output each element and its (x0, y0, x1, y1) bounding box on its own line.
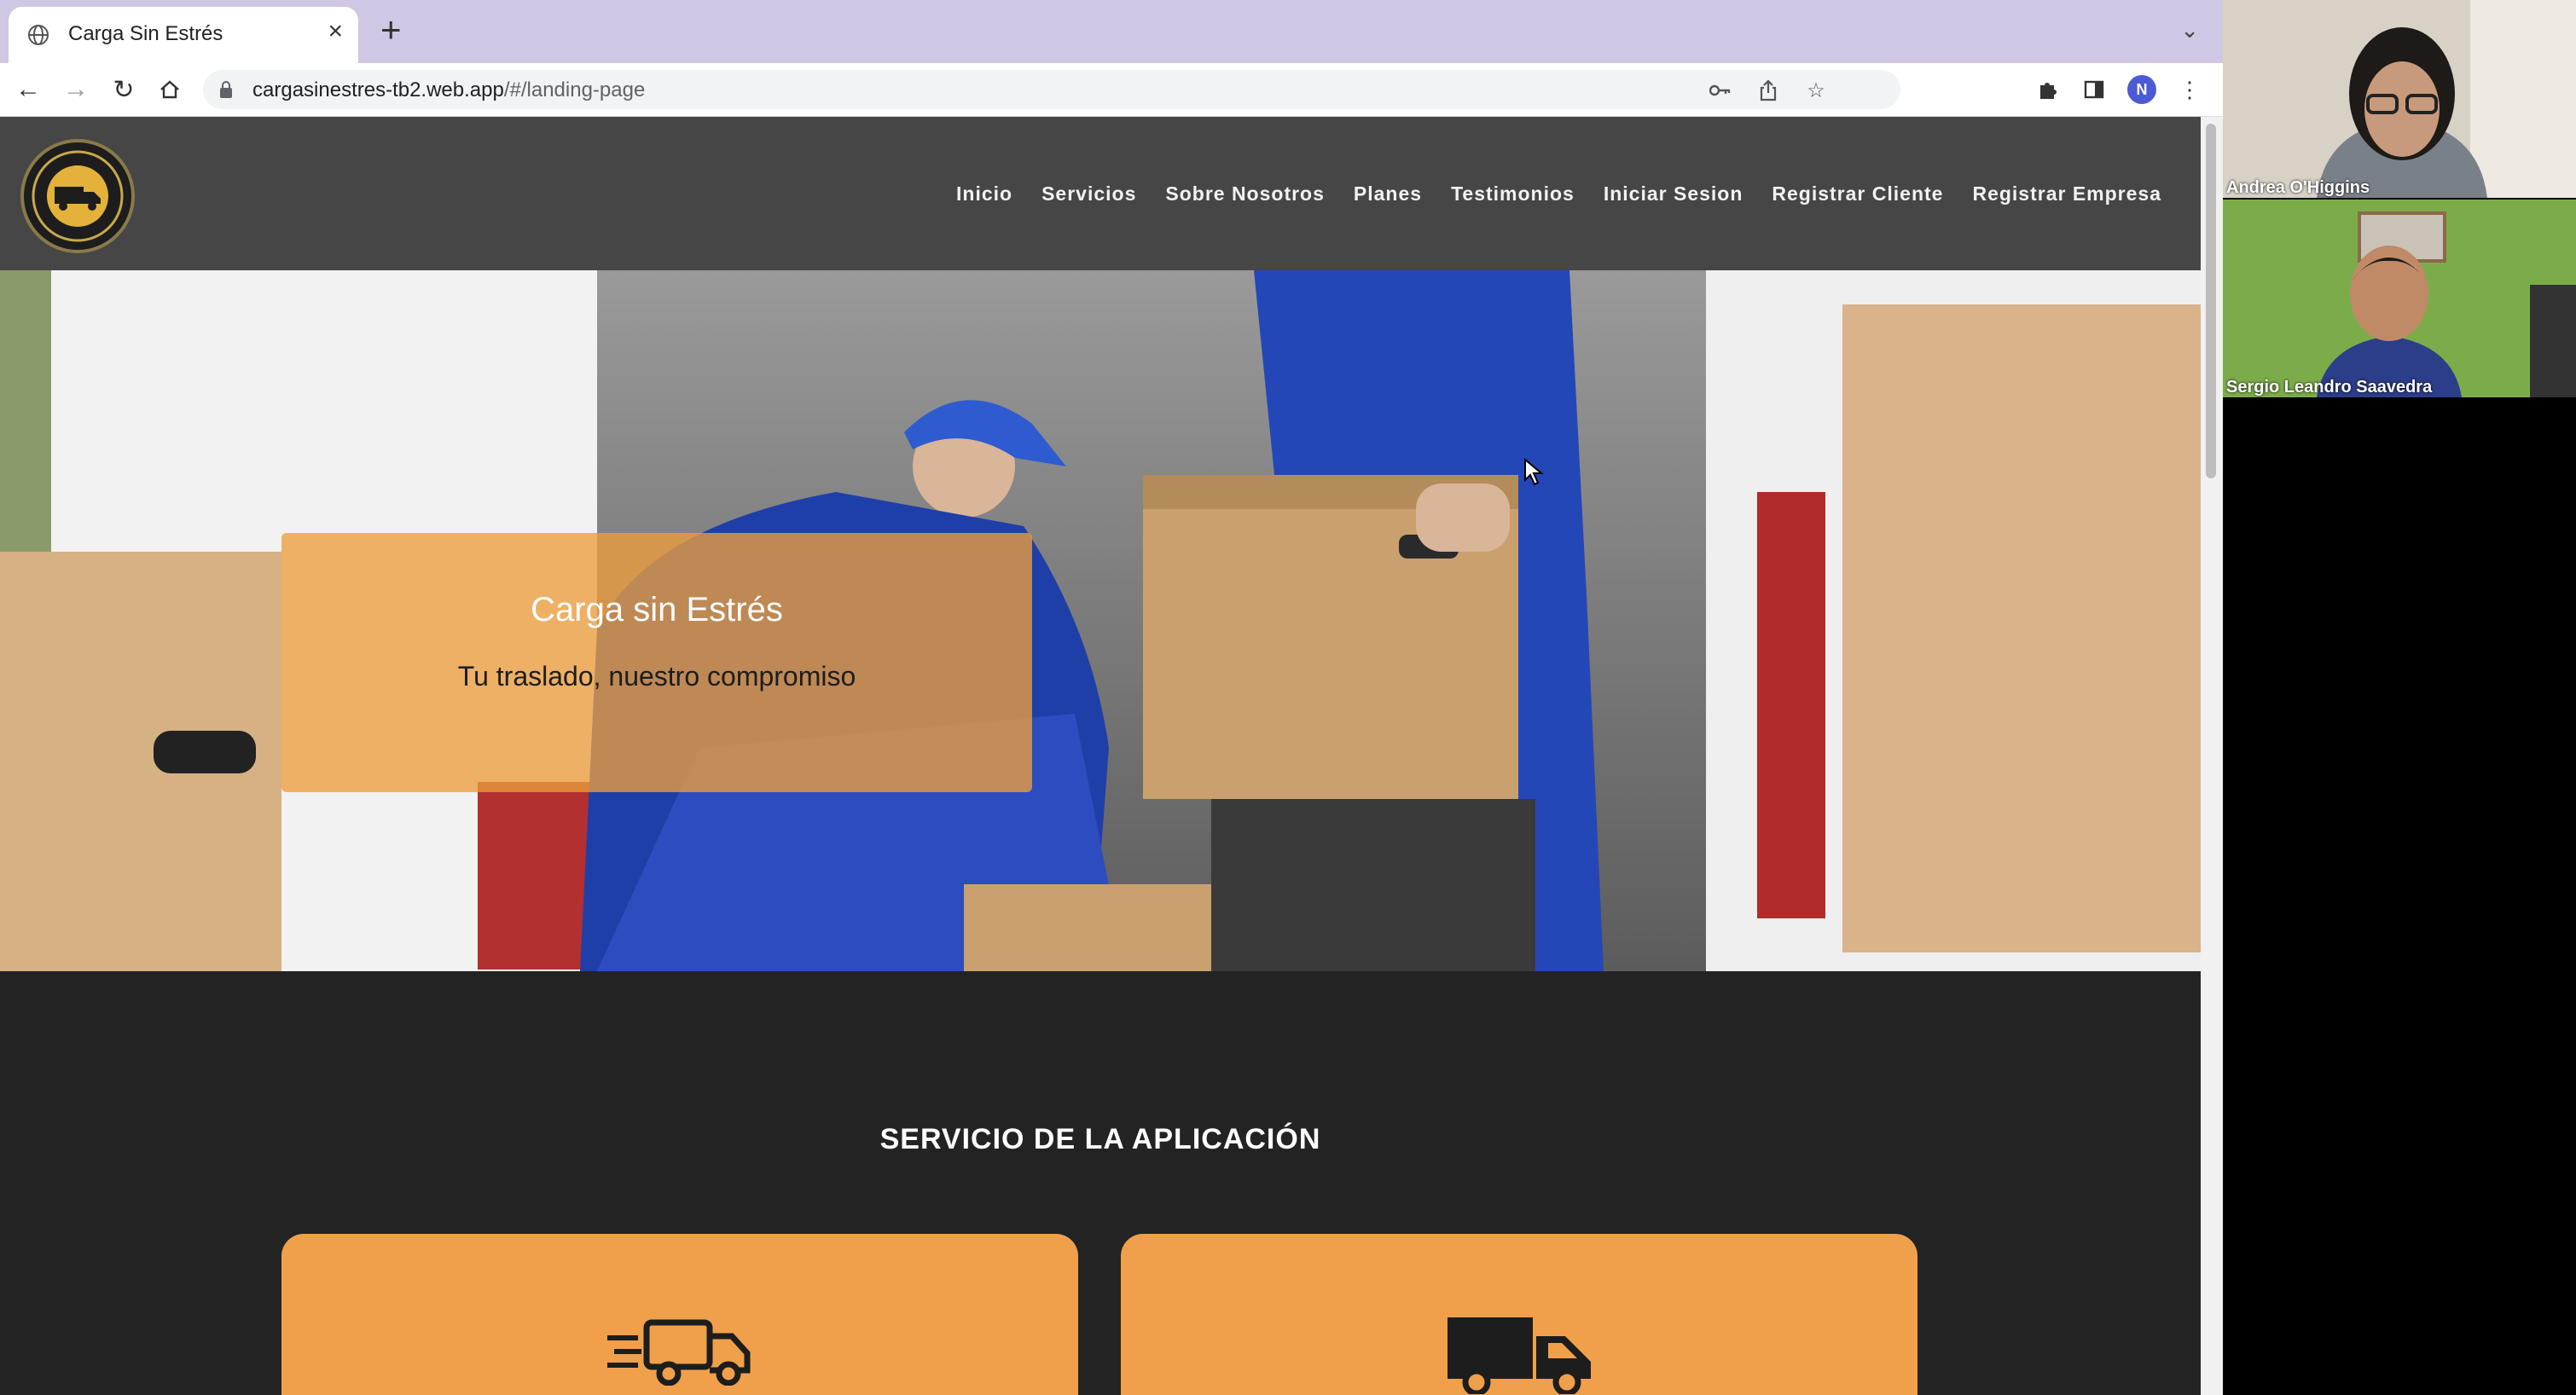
key-icon[interactable] (1709, 78, 1732, 102)
nav-link-iniciar-sesion[interactable]: Iniciar Sesion (1604, 182, 1743, 205)
profile-avatar[interactable]: N (2127, 75, 2156, 104)
lock-icon (220, 81, 232, 98)
nav-link-planes[interactable]: Planes (1354, 182, 1422, 205)
site-logo[interactable] (20, 139, 135, 253)
truck-icon (1448, 1317, 1591, 1394)
globe-icon (28, 25, 49, 45)
participant-video-feed (2223, 0, 2576, 198)
truck-badge-icon (32, 150, 124, 242)
hero-banner: Carga sin Estrés Tu traslado, nuestro co… (0, 270, 2201, 971)
nav-link-registrar-empresa[interactable]: Registrar Empresa (1972, 182, 2161, 205)
url-path: /#/landing-page (503, 78, 646, 101)
browser-toolbar: ← → ↻ cargasinestres-tb2.web.app/#/landi… (0, 63, 2223, 117)
fast-truck-icon (607, 1319, 751, 1386)
url-text: cargasinestres-tb2.web.app/#/landing-pag… (252, 78, 645, 102)
site-navbar: Inicio Servicios Sobre Nosotros Planes T… (0, 117, 2201, 270)
tab-strip: Carga Sin Estrés × + ⌄ (0, 0, 2223, 63)
plus-icon[interactable]: + (380, 12, 402, 48)
participant-video-feed (2223, 200, 2576, 397)
browser-tab[interactable]: Carga Sin Estrés × (9, 7, 358, 63)
star-icon[interactable]: ☆ (1804, 78, 1828, 102)
sidepanel-icon[interactable] (2080, 75, 2109, 104)
video-tile-participant-1[interactable]: Andrea O'Higgins (2223, 0, 2576, 198)
url-host: cargasinestres-tb2.web.app (252, 78, 504, 101)
reload-icon[interactable]: ↻ (104, 70, 143, 109)
services-section-title: SERVICIO DE LA APLICACIÓN (879, 1123, 1321, 1155)
tab-title: Carga Sin Estrés (68, 22, 223, 45)
scrollbar-thumb[interactable] (2206, 124, 2216, 478)
forward-icon[interactable]: → (56, 70, 96, 109)
chevron-down-icon[interactable]: ⌄ (2180, 17, 2199, 43)
service-card-fast-delivery[interactable] (281, 1234, 1078, 1395)
puzzle-icon[interactable] (2034, 75, 2063, 104)
service-card-transport[interactable] (1121, 1234, 1917, 1395)
kebab-menu-icon[interactable]: ⋮ (2175, 75, 2204, 104)
page-scrollbar[interactable] (2201, 117, 2223, 1395)
site-nav-links: Inicio Servicios Sobre Nosotros Planes T… (956, 182, 2161, 205)
nav-link-inicio[interactable]: Inicio (956, 182, 1012, 205)
video-tile-participant-2[interactable]: Sergio Leandro Saavedra (2223, 200, 2576, 397)
hero-title: Carga sin Estrés (531, 591, 783, 628)
nav-link-sobre-nosotros[interactable]: Sobre Nosotros (1165, 182, 1325, 205)
participant-name: Sergio Leandro Saavedra (2226, 378, 2433, 397)
nav-link-testimonios[interactable]: Testimonios (1451, 182, 1575, 205)
participant-name: Andrea O'Higgins (2226, 178, 2370, 197)
share-icon[interactable] (1756, 78, 1780, 102)
page-viewport: Inicio Servicios Sobre Nosotros Planes T… (0, 117, 2201, 1395)
hero-subtitle: Tu traslado, nuestro compromiso (457, 661, 856, 692)
address-bar[interactable]: cargasinestres-tb2.web.app/#/landing-pag… (203, 70, 1900, 109)
nav-link-registrar-cliente[interactable]: Registrar Cliente (1772, 182, 1943, 205)
close-icon[interactable]: × (328, 17, 343, 46)
home-icon[interactable] (150, 70, 189, 109)
video-call-empty-area (2223, 399, 2576, 1395)
nav-link-servicios[interactable]: Servicios (1041, 182, 1136, 205)
back-icon[interactable]: ← (9, 70, 48, 109)
cursor-icon (1524, 458, 1544, 486)
browser-window: Carga Sin Estrés × + ⌄ ← → ↻ cargasinest… (0, 0, 2223, 1395)
hero-text-box: Carga sin Estrés Tu traslado, nuestro co… (281, 533, 1032, 792)
